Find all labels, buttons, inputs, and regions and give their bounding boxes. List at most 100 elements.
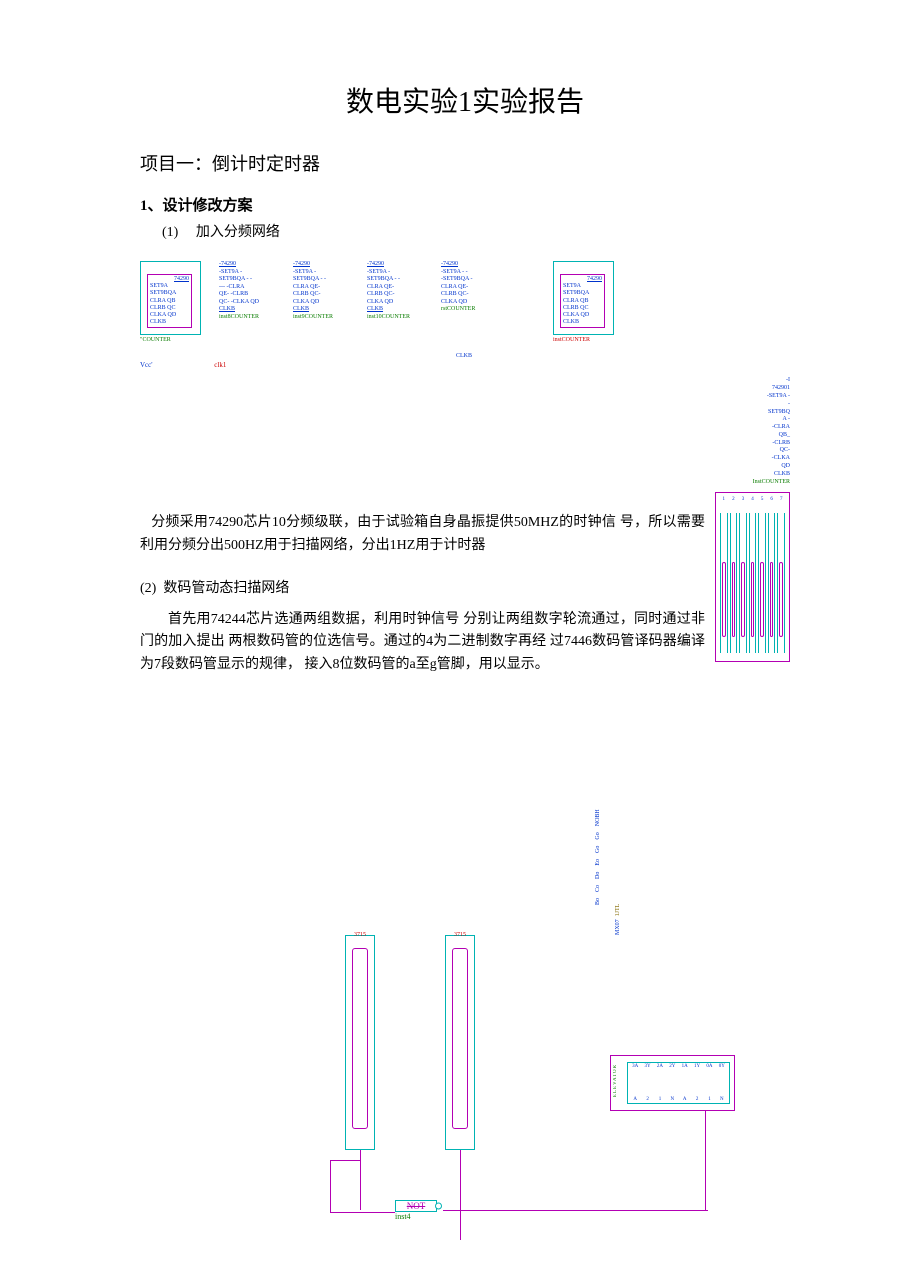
tb-row: --- -CLRA [219,284,275,292]
tb-row: -SET9A - [219,269,275,277]
pin: 2 [641,1097,653,1102]
vc-row: - [742,401,790,409]
chip-row: CLKA QD [150,312,189,319]
chip-text-4: -74290 -SET9A - - -SET9BQA - CLRA QE- CL… [441,261,497,314]
section-1-title: 设计修改方案 [163,198,253,214]
tb-row: CLRB QC- [293,291,349,299]
chip-row: CLRA QB [563,298,602,305]
tb-clk: CLKB [219,306,275,314]
pins-bot: A 2 1 N A 2 1 N [629,1097,728,1102]
chip-text-3: -74290 -SET9A - SET9BQA - - CLRA QE- CLR… [367,261,423,321]
chip-name: 74290 [563,276,602,283]
tb-row: -SET9BQA - [441,276,497,284]
wire [330,1160,360,1161]
clk-label: clk1 [214,361,226,369]
rl: Bo [595,898,601,905]
para1-text: 分频采用74290芯片10分频级联，由于试验箱自身晶振提供50MHZ的时钟信 号… [140,515,705,552]
chip-right-wrap: 74290 SET9A SET9BQA CLRA QB CLRB QC CLKA… [553,261,614,343]
pin: 2A [654,1064,666,1069]
vcc-label: Vcc' [140,361,153,369]
tb-row: SET9BQA - - [219,276,275,284]
chip-text-2: -74290 -SET9A - SET9BQA - - CLRA QE- CLR… [293,261,349,321]
item-2: (2) 数码管动态扫描网络 [140,577,705,597]
tb-row: CLRA QE- [293,284,349,292]
display-strip: 1 2 3 4 5 6 7 [715,492,790,662]
tb-ft: inst10COUNTER [367,314,423,322]
vc-row: -CLRB [742,440,790,448]
pin: 2Y [666,1064,678,1069]
tall-inner [352,948,368,1129]
chip-row: CLRB QC [563,305,602,312]
vert-chip-text: -I 742901 -SET9A - - SET9BQ A - -CLRA QB… [742,377,790,486]
chip-74290-right: 74290 SET9A SET9BQA CLRA QB CLRB QC CLKA… [560,274,605,328]
rl: Do [595,872,601,879]
not-gate: NOT inst4 [395,1200,437,1221]
tb-ft: inst8COUNTER [219,314,275,322]
vcc-row: Vcc' clk1 [140,361,790,369]
section-1-num: 1、 [140,198,163,214]
tb-row: QC- -CLKA QD [219,299,275,307]
tall-block-1: 3715 [345,935,375,1150]
vc-ft: InstCOUNTER [742,479,790,487]
item-1: (1) 加入分频网络 [162,221,790,241]
right-col: -I 742901 -SET9A - - SET9BQ A - -CLRA QB… [715,377,790,662]
tb-row: -SET9A - [367,269,423,277]
chip-text-1: -74290 -SET9A - SET9BQA - - --- -CLRA QE… [219,261,275,321]
vc-row: 742901 [742,385,790,393]
rot-sub-labels: MX07 1JTL [615,904,621,935]
tall-inner [452,948,468,1129]
chip-row: CLKB [150,319,189,326]
strip-nums: 1 2 3 4 5 6 7 [720,497,785,502]
paragraph-2: 首先用74244芯片选通两组数据，利用时钟信号 分别让两组数字轮流通过，同时通过… [140,609,705,676]
rl: Eo [595,859,601,866]
chip-row: SET9A [563,283,602,290]
wire [330,1212,395,1213]
num: 7 [777,497,785,502]
tb-hd: -74290 [293,261,349,269]
wire [705,1110,706,1210]
pin: 1A [679,1064,691,1069]
pin: 0A [703,1064,715,1069]
vc-row: -CLKA [742,455,790,463]
tb-clk: CLKB [293,306,349,314]
item-2-text: 数码管动态扫描网络 [163,581,289,596]
vc-row: A - [742,416,790,424]
vc-row: -SET9A - [742,393,790,401]
pin: 3Y [641,1064,653,1069]
wire [460,1150,461,1240]
chip-left-label: "COUNTER [140,337,201,343]
right-chip: ELEVATOR 3A 3Y 2A 2Y 1A 1Y 0A 0Y A 2 1 N… [610,1055,735,1111]
chip-right-outer: 74290 SET9A SET9BQA CLRA QB CLRB QC CLKA… [553,261,614,335]
pin: 2 [691,1097,703,1102]
pin: N [666,1097,678,1102]
vc-row: CLKB [742,471,790,479]
tall-block-2: 3715 [445,935,475,1150]
bottom-schematic: Bo Co Do Eo Go Go NOBH MX07 1JTL 3715 37… [265,900,785,1240]
chip-74290-left: 74290 SET9A SET9BQA CLRA QB CLRB QC CLKA… [147,274,192,328]
rl: Co [595,885,601,892]
chip-row: CLKA QD [563,312,602,319]
pin: 3A [629,1064,641,1069]
chip-row: SET9A [150,283,189,290]
strip-bars [720,513,785,653]
chip-row: SET9BQA [150,290,189,297]
vc-row: -I [742,377,790,385]
vc-row: -CLRA [742,424,790,432]
pin: 0Y [716,1064,728,1069]
tb-row: SET9BQA - - [367,276,423,284]
item-2-num: (2) [140,581,156,596]
wire [360,1150,361,1210]
text-column: 分频采用74290芯片10分频级联，由于试验箱自身晶振提供50MHZ的时钟信 号… [140,377,705,676]
tb-row: CLRB QC- [441,291,497,299]
item-1-num: (1) [162,225,178,240]
tb-hd: -74290 [441,261,497,269]
vc-row: QB_ [742,432,790,440]
two-col-area: 分频采用74290芯片10分频级联，由于试验箱自身晶振提供50MHZ的时钟信 号… [140,377,790,676]
tb-row: CLKA QD [367,299,423,307]
vc-row: QC- [742,447,790,455]
wire [330,1160,331,1212]
tb-row: QE- -CLRB [219,291,275,299]
tb-ft: inst9COUNTER [293,314,349,322]
tb-row: CLRA QE- [367,284,423,292]
pin: A [629,1097,641,1102]
